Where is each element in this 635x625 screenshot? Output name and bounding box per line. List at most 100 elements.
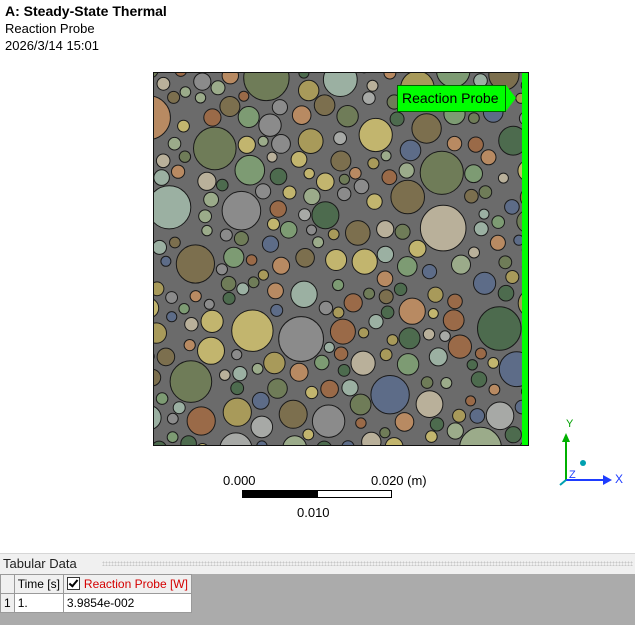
particle <box>295 248 315 268</box>
particle <box>362 91 376 105</box>
particle <box>378 289 394 305</box>
particle <box>504 426 522 444</box>
particle <box>349 393 372 416</box>
particle <box>376 270 394 288</box>
particle <box>470 371 488 388</box>
particle <box>279 221 298 239</box>
particle <box>303 187 321 206</box>
particle <box>166 431 179 444</box>
particle <box>361 431 382 446</box>
particle <box>221 190 262 231</box>
particle <box>349 167 362 180</box>
particle <box>427 286 444 303</box>
tabular-data-title: Tabular Data <box>3 556 77 571</box>
table-row[interactable]: 1 1. 3.9854e-002 <box>0 593 192 613</box>
particle <box>153 185 192 230</box>
particle <box>178 150 192 163</box>
particle <box>394 223 411 240</box>
value-cell[interactable]: 3.9854e-002 <box>62 593 192 613</box>
particle <box>491 215 506 229</box>
scale-right-label: 0.020 (m) <box>371 473 427 488</box>
z-axis-label: Z <box>569 469 576 481</box>
particle <box>215 263 229 276</box>
particle <box>230 381 245 396</box>
particle-geometry <box>153 72 529 446</box>
particle <box>498 255 513 270</box>
y-axis-label: Y <box>566 418 574 430</box>
object-name: Reaction Probe <box>5 21 95 36</box>
particle <box>358 327 370 339</box>
particle <box>267 217 280 231</box>
column-header-reaction-probe[interactable]: Reaction Probe [W] <box>62 574 192 594</box>
column-header-time[interactable]: Time [s] <box>13 574 64 594</box>
particle <box>429 417 445 432</box>
particle <box>351 248 378 275</box>
particle <box>363 287 376 300</box>
particle <box>153 169 170 186</box>
particle <box>203 191 219 208</box>
reaction-probe-boundary[interactable] <box>522 72 529 446</box>
particle <box>153 322 167 344</box>
particle <box>237 135 256 154</box>
particle <box>398 297 426 325</box>
particle <box>282 435 307 446</box>
particle <box>271 134 291 154</box>
particle <box>408 239 427 258</box>
particle <box>504 199 520 215</box>
particle <box>184 317 199 332</box>
particle <box>251 391 270 410</box>
graphics-viewport[interactable] <box>153 72 529 446</box>
particle <box>332 306 345 319</box>
particle <box>258 113 282 137</box>
particle <box>305 385 319 400</box>
scale-left-label: 0.000 <box>223 473 256 488</box>
time-cell[interactable]: 1. <box>13 593 64 613</box>
particle <box>485 401 515 431</box>
particle <box>464 164 484 184</box>
particle <box>156 347 176 367</box>
particle <box>222 291 236 305</box>
particle <box>167 90 181 104</box>
tabular-data-panel: Time [s] Reaction Probe [W] 1 1. 3.9854e… <box>0 574 635 625</box>
particle <box>194 92 207 104</box>
particle <box>220 275 237 292</box>
particle <box>497 284 515 302</box>
particle <box>155 392 169 405</box>
particle <box>166 412 179 425</box>
panel-grip[interactable] <box>102 561 633 566</box>
particle <box>203 108 222 127</box>
particle <box>290 280 318 309</box>
particle <box>337 186 352 202</box>
column-checkbox[interactable] <box>66 577 80 590</box>
particle <box>333 131 348 146</box>
particle <box>179 86 192 98</box>
particle <box>175 244 216 284</box>
particle <box>398 162 415 179</box>
particle <box>497 172 509 184</box>
particle <box>171 164 186 179</box>
coordinate-triad[interactable]: Y X Z <box>553 418 633 493</box>
particle <box>427 308 439 319</box>
particle <box>180 435 197 446</box>
particle <box>411 113 442 144</box>
particle <box>316 172 335 192</box>
tabular-data-header[interactable]: Tabular Data <box>0 553 635 574</box>
particle <box>223 246 245 268</box>
particle <box>333 346 349 361</box>
particle <box>203 298 215 310</box>
particle <box>169 360 213 403</box>
particle <box>298 79 320 102</box>
particle <box>197 171 217 191</box>
reaction-probe-label[interactable]: Reaction Probe <box>397 85 515 112</box>
particle <box>384 437 404 446</box>
particle <box>183 339 196 352</box>
particle <box>459 426 502 446</box>
particle <box>232 366 248 382</box>
particle <box>238 90 250 102</box>
particle <box>255 183 272 200</box>
particle <box>166 311 178 323</box>
particle <box>282 185 297 200</box>
particle <box>376 245 395 264</box>
particle <box>394 412 415 432</box>
particle <box>327 228 340 241</box>
